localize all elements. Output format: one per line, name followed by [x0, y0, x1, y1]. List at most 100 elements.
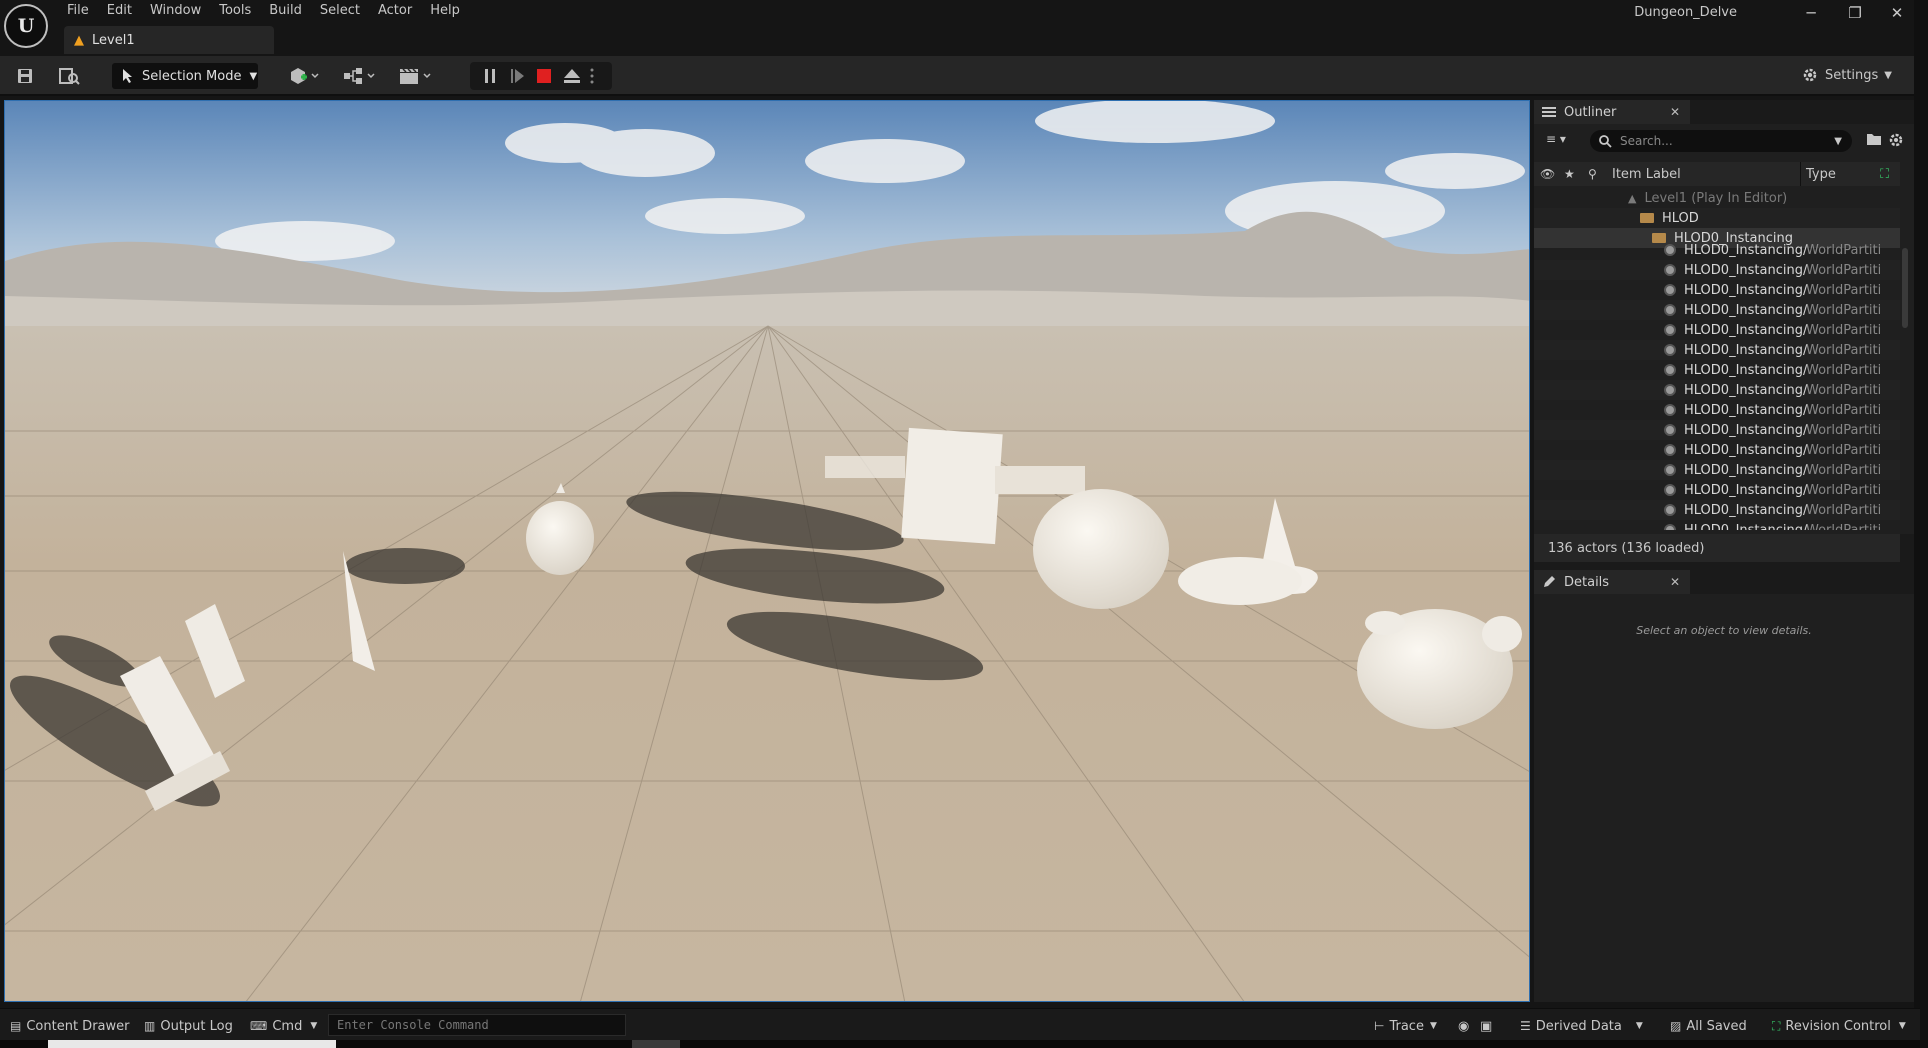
outliner-item-type: WorldPartiti: [1806, 502, 1880, 518]
outliner-item-label: HLOD0_Instancing/: [1684, 362, 1808, 378]
outliner-item[interactable]: HLOD0_Instancing/WorldPartiti: [1534, 260, 1900, 280]
outliner-item[interactable]: HLOD0_Instancing/WorldPartiti: [1534, 300, 1900, 320]
outliner-panel: ≡ ▾ Search... ▼ 👁 ★ ⚲ Item Label Type ⛶: [1534, 124, 1914, 562]
column-item-label[interactable]: Item Label: [1612, 167, 1681, 182]
gear-icon[interactable]: [1888, 132, 1904, 151]
all-saved-button[interactable]: ▨ All Saved: [1670, 1016, 1747, 1036]
search-icon: [1599, 135, 1612, 148]
menu-select[interactable]: Select: [311, 0, 369, 24]
filter-icon[interactable]: ≡ ▾: [1546, 132, 1566, 146]
tree-folder-hlod[interactable]: HLOD: [1534, 208, 1900, 228]
outliner-item-label: HLOD0_Instancing/: [1684, 522, 1808, 531]
close-icon[interactable]: ✕: [1670, 575, 1680, 589]
menu-window[interactable]: Window: [141, 0, 210, 24]
actor-icon: [1664, 264, 1676, 276]
menu-help[interactable]: Help: [421, 0, 469, 24]
chevron-down-icon: ▼: [1834, 135, 1842, 147]
level-icon: ▲: [1628, 191, 1637, 205]
menu-edit[interactable]: Edit: [98, 0, 141, 24]
outliner-icon: [1542, 107, 1556, 117]
menu-bar: File Edit Window Tools Build Select Acto…: [58, 0, 469, 24]
settings-label: Settings: [1824, 67, 1879, 83]
tab-outliner[interactable]: Outliner ✕: [1534, 100, 1690, 124]
stop-icon[interactable]: [534, 67, 554, 85]
level-tab[interactable]: ▲ Level1: [64, 26, 274, 54]
actor-icon: [1664, 284, 1676, 296]
outliner-item[interactable]: HLOD0_Instancing/WorldPartiti: [1534, 500, 1900, 520]
close-icon[interactable]: ✕: [1670, 105, 1680, 119]
close-button[interactable]: ✕: [1882, 2, 1912, 24]
step-frame-icon[interactable]: [508, 67, 528, 85]
restore-button[interactable]: ❐: [1840, 2, 1870, 24]
favorite-star-icon[interactable]: ★: [1564, 167, 1575, 181]
minimize-button[interactable]: ─: [1796, 2, 1826, 24]
outliner-item[interactable]: HLOD0_Instancing/WorldPartiti: [1534, 320, 1900, 340]
tree-root-level[interactable]: ▲ Level1 (Play In Editor): [1534, 188, 1900, 208]
outliner-item[interactable]: HLOD0_Instancing/WorldPartiti: [1534, 420, 1900, 440]
right-panel: Outliner ✕ ≡ ▾ Search... ▼ 👁 ★ ⚲ Item La…: [1534, 100, 1914, 1002]
outliner-scrollbar[interactable]: [1902, 188, 1908, 530]
outliner-item[interactable]: HLOD0_Instancing/WorldPartiti: [1534, 340, 1900, 360]
settings-button[interactable]: Settings ▼: [1801, 66, 1892, 84]
menu-actor[interactable]: Actor: [369, 0, 421, 24]
cinematics-icon[interactable]: [398, 65, 436, 87]
console-command-input[interactable]: Enter Console Command: [328, 1014, 626, 1036]
unreal-logo-icon[interactable]: U: [4, 4, 48, 48]
revision-control-dropdown[interactable]: ⛶ Revision Control ▼: [1772, 1016, 1906, 1036]
outliner-item[interactable]: HLOD0_Instancing/WorldPartiti: [1534, 460, 1900, 480]
outliner-item-type: WorldPartiti: [1806, 382, 1880, 398]
eject-icon[interactable]: [562, 67, 582, 85]
revision-column-icon[interactable]: ⛶: [1880, 167, 1889, 182]
level-viewport[interactable]: [4, 100, 1530, 1002]
outliner-item-type: WorldPartiti: [1806, 522, 1880, 531]
add-folder-icon[interactable]: [1866, 132, 1882, 149]
outliner-item[interactable]: HLOD0_Instancing/WorldPartiti: [1534, 400, 1900, 420]
actor-icon: [1664, 324, 1676, 336]
level-tab-label: Level1: [92, 32, 135, 48]
play-controls: [470, 62, 612, 90]
outliner-item[interactable]: HLOD0_Instancing/WorldPartiti: [1534, 360, 1900, 380]
outliner-item[interactable]: HLOD0_Instancing/WorldPartiti: [1534, 380, 1900, 400]
derived-data-button[interactable]: ☰ Derived Data ▼: [1520, 1016, 1643, 1036]
cmd-dropdown[interactable]: ⌨ Cmd ▼: [250, 1016, 317, 1036]
more-options-icon[interactable]: [586, 67, 598, 85]
selection-mode-label: Selection Mode: [142, 68, 242, 84]
actor-icon: [1664, 304, 1676, 316]
pin-icon[interactable]: ⚲: [1588, 167, 1597, 181]
menu-file[interactable]: File: [58, 0, 98, 24]
derived-data-icon: ☰: [1520, 1019, 1531, 1033]
outliner-item[interactable]: HLOD0_Instancing/WorldPartiti: [1534, 240, 1900, 260]
browse-icon[interactable]: [58, 65, 80, 87]
outliner-search-input[interactable]: Search... ▼: [1590, 130, 1852, 152]
outliner-item-label: HLOD0_Instancing/: [1684, 422, 1808, 438]
tab-details[interactable]: Details ✕: [1534, 570, 1690, 594]
add-actor-icon[interactable]: [288, 65, 320, 87]
outliner-item-type: WorldPartiti: [1806, 402, 1880, 418]
outliner-item-label: HLOD0_Instancing/: [1684, 342, 1808, 358]
visibility-eye-icon[interactable]: 👁: [1540, 167, 1555, 181]
column-type[interactable]: Type: [1806, 167, 1836, 182]
record-icon[interactable]: ◉: [1458, 1016, 1469, 1036]
chevron-down-icon: ▼: [1429, 1021, 1437, 1031]
output-log-button[interactable]: ▥ Output Log: [144, 1016, 233, 1036]
outliner-item[interactable]: HLOD0_Instancing/WorldPartiti: [1534, 520, 1900, 530]
actor-icon: [1664, 464, 1676, 476]
blueprint-icon[interactable]: [342, 65, 378, 87]
menu-build[interactable]: Build: [260, 0, 311, 24]
trace-dropdown[interactable]: ⊢ Trace ▼: [1374, 1016, 1437, 1036]
pause-icon[interactable]: [480, 67, 500, 85]
menu-tools[interactable]: Tools: [210, 0, 260, 24]
outliner-tab-label: Outliner: [1564, 104, 1617, 120]
outliner-item[interactable]: HLOD0_Instancing/WorldPartiti: [1534, 280, 1900, 300]
actor-icon: [1664, 484, 1676, 496]
outliner-item-type: WorldPartiti: [1806, 322, 1880, 338]
content-drawer-button[interactable]: ▤ Content Drawer: [10, 1016, 129, 1036]
outliner-item[interactable]: HLOD0_Instancing/WorldPartiti: [1534, 440, 1900, 460]
outliner-item[interactable]: HLOD0_Instancing/WorldPartiti: [1534, 480, 1900, 500]
save-icon[interactable]: [16, 65, 34, 87]
outliner-item-label: HLOD0_Instancing/: [1684, 322, 1808, 338]
selection-mode-dropdown[interactable]: Selection Mode ▼: [112, 63, 258, 89]
chevron-down-icon: ▼: [1884, 69, 1892, 81]
screenshot-icon[interactable]: ▣: [1480, 1016, 1492, 1036]
status-bar: ▤ Content Drawer ▥ Output Log ⌨ Cmd ▼ En…: [0, 1008, 1920, 1040]
